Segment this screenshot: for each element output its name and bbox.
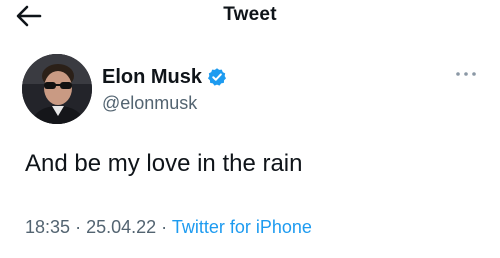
tweet-text: And be my love in the rain <box>25 150 303 177</box>
page-title: Tweet <box>223 4 277 25</box>
more-horizontal-icon <box>456 72 476 76</box>
tweet-time[interactable]: 18:35 <box>25 217 70 237</box>
more-options-button[interactable] <box>454 67 478 81</box>
tweet-author: Elon Musk @elonmusk <box>22 54 482 124</box>
verified-badge-icon <box>207 67 227 87</box>
tweet-metadata: 18:35 · 25.04.22 · Twitter for iPhone <box>25 217 312 238</box>
author-handle[interactable]: @elonmusk <box>102 93 197 114</box>
tweet-date[interactable]: 25.04.22 <box>86 217 156 237</box>
avatar[interactable] <box>22 54 92 124</box>
top-bar: Tweet <box>0 0 500 34</box>
meta-separator: · <box>75 217 82 237</box>
tweet-source-link[interactable]: Twitter for iPhone <box>172 217 312 237</box>
meta-separator: · <box>161 217 168 237</box>
tweet-detail-page: Tweet Elon Musk @elonmusk And be my love… <box>0 0 500 258</box>
author-name-line: Elon Musk <box>102 64 227 90</box>
author-name[interactable]: Elon Musk <box>102 66 202 89</box>
profile-photo <box>22 54 92 124</box>
